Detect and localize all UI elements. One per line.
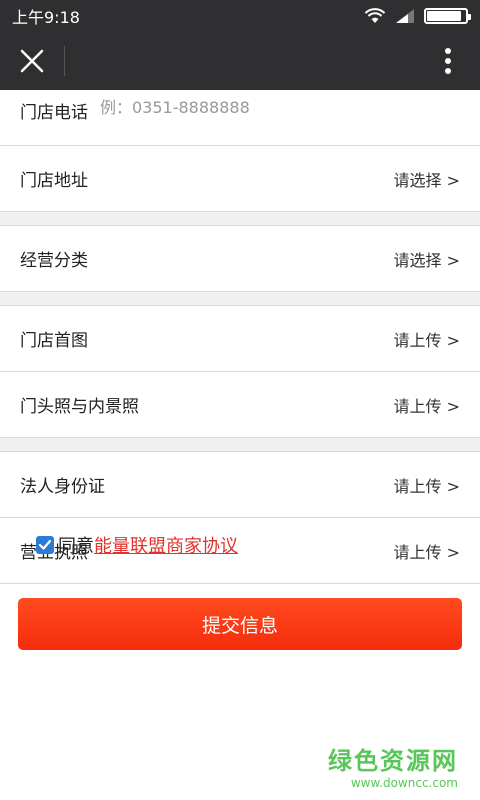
nav-divider [64, 46, 65, 76]
section-gap [0, 292, 480, 306]
cover-image-upload[interactable]: 请上传 > [394, 327, 461, 351]
storefront-photos-label: 门头照与内景照 [20, 397, 139, 417]
id-card-upload[interactable]: 请上传 > [394, 473, 461, 497]
wifi-icon [364, 8, 386, 23]
storefront-photos-upload[interactable]: 请上传 > [394, 393, 461, 417]
checkmark-icon [38, 539, 52, 550]
phone-row: 门店电话 [0, 90, 480, 146]
battery-icon [424, 8, 471, 24]
status-icons [364, 8, 471, 24]
phone-label: 门店电话 [20, 103, 88, 123]
form-content: 门店电话 门店地址 请选择 > 经营分类 请选择 > 门店首图 请上传 > 门头… [0, 90, 480, 800]
signal-icon [396, 9, 414, 23]
more-vertical-icon [445, 48, 451, 74]
watermark-cn: 绿色资源网 [328, 747, 458, 775]
more-button[interactable] [416, 32, 480, 90]
agree-checkbox[interactable] [36, 536, 54, 554]
business-license-upload[interactable]: 请上传 > [394, 539, 461, 563]
category-row[interactable]: 经营分类 请选择 > [0, 226, 480, 292]
address-row[interactable]: 门店地址 请选择 > [0, 146, 480, 212]
watermark: 绿色资源网 www.downcc.com [328, 741, 458, 790]
storefront-photos-row[interactable]: 门头照与内景照 请上传 > [0, 372, 480, 438]
submit-button[interactable]: 提交信息 [18, 598, 462, 650]
watermark-en: www.downcc.com [350, 776, 458, 790]
agree-prefix: 同意 [58, 536, 94, 557]
id-card-label: 法人身份证 [20, 477, 105, 497]
section-gap [0, 212, 480, 226]
status-time: 上午9:18 [12, 8, 80, 27]
agreement-link[interactable]: 能量联盟商家协议 [94, 532, 238, 558]
address-select[interactable]: 请选择 > [394, 167, 461, 191]
id-card-row[interactable]: 法人身份证 请上传 > [0, 452, 480, 518]
cover-image-row[interactable]: 门店首图 请上传 > [0, 306, 480, 372]
category-label: 经营分类 [20, 251, 88, 271]
agreement: 同意 能量联盟商家协议 [36, 532, 238, 558]
close-icon [20, 49, 44, 73]
category-select[interactable]: 请选择 > [394, 247, 461, 271]
close-button[interactable] [0, 32, 64, 90]
nav-bar [0, 32, 480, 90]
phone-input[interactable] [100, 98, 400, 117]
cover-image-label: 门店首图 [20, 331, 88, 351]
address-label: 门店地址 [20, 171, 88, 191]
status-bar: 上午9:18 [0, 0, 480, 32]
section-gap [0, 438, 480, 452]
